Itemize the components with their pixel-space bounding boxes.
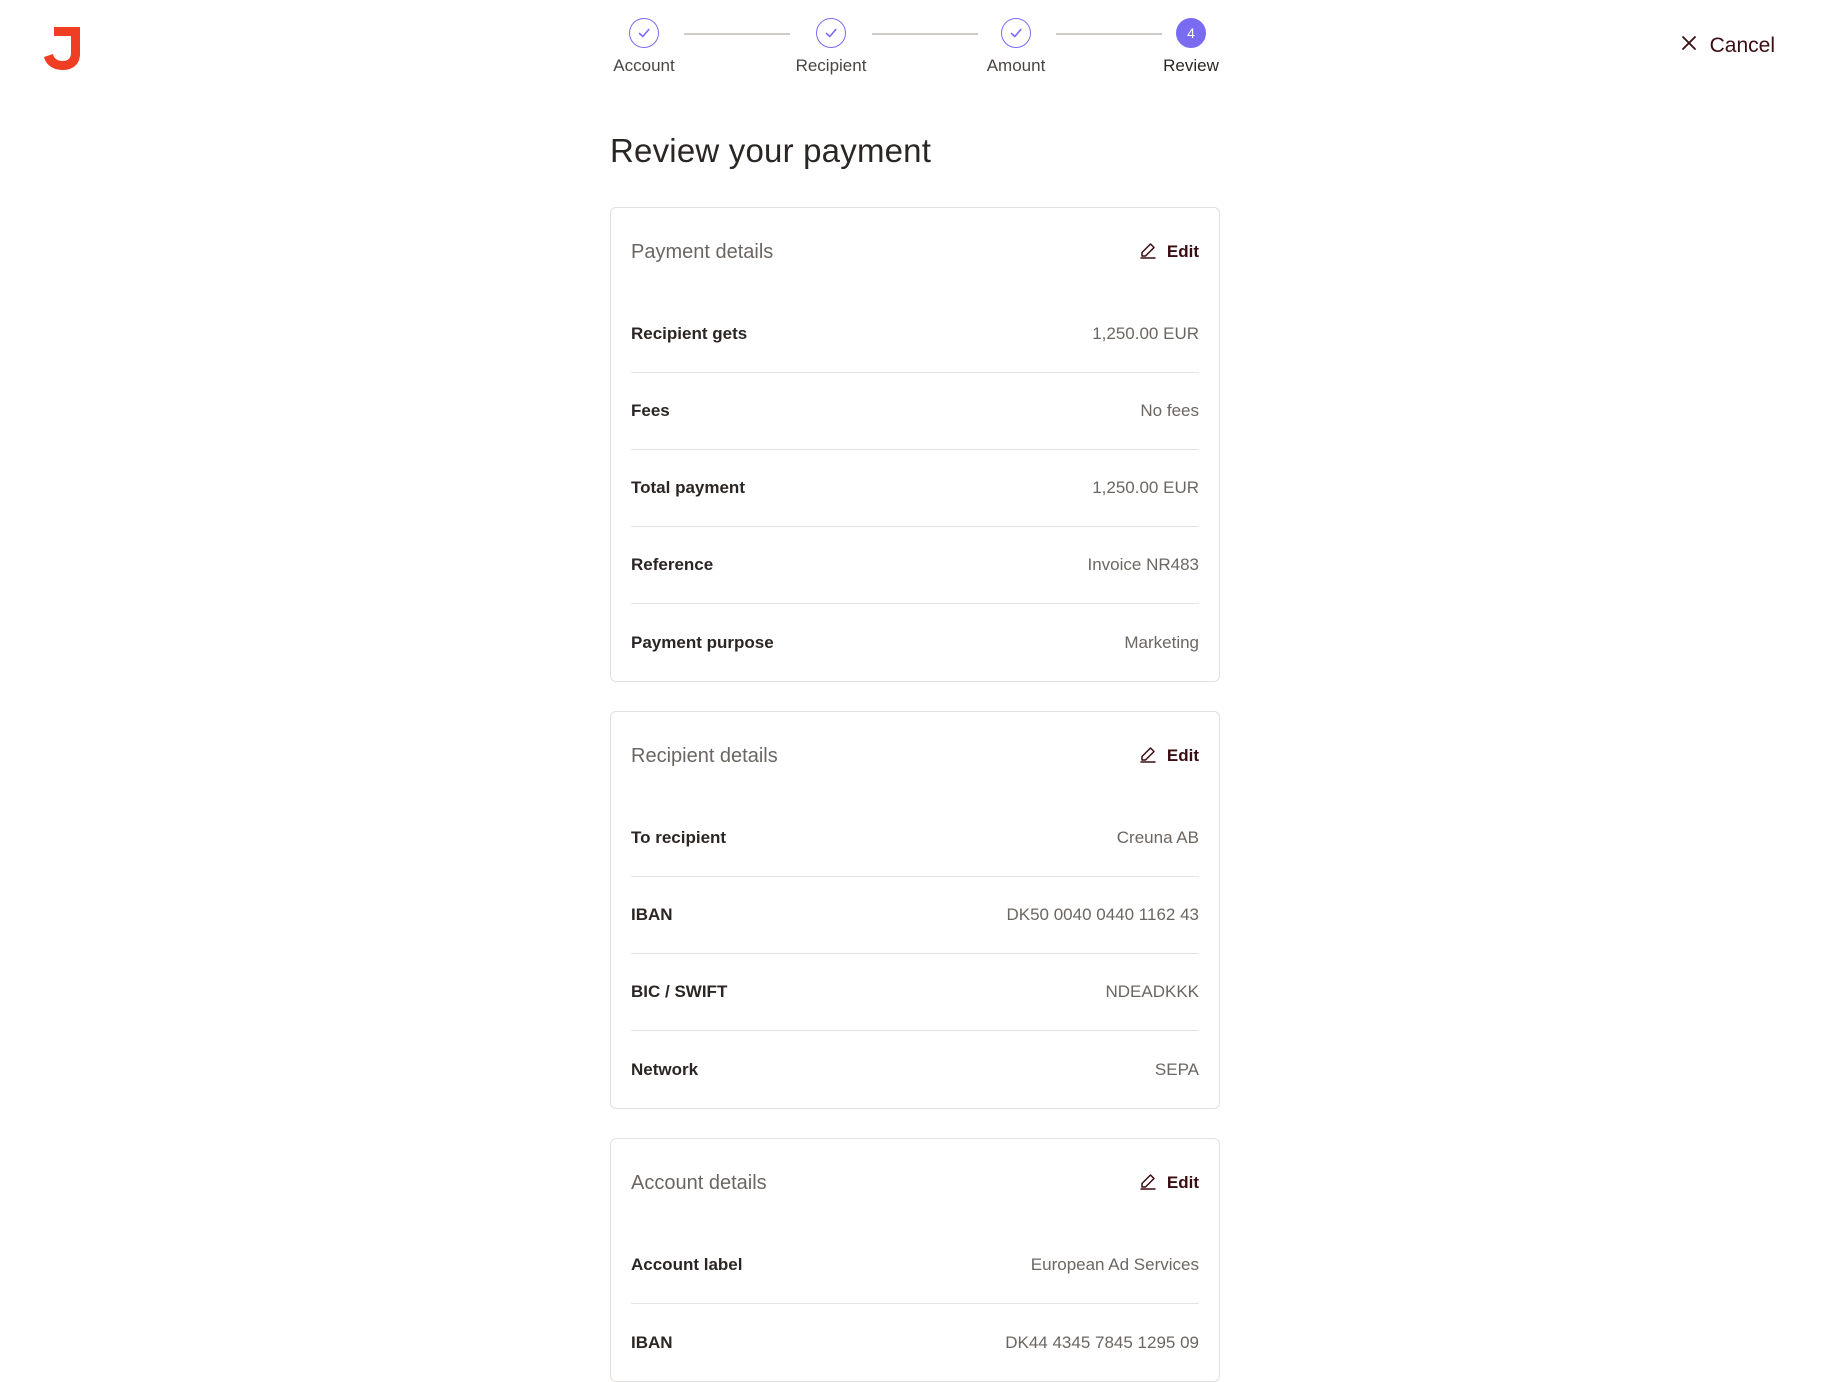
progress-stepper: Account Recipient Amount 4 Review [610, 18, 1219, 88]
edit-account-details-button[interactable]: Edit [1139, 1172, 1199, 1195]
check-icon [1001, 18, 1031, 48]
row-value: 1,250.00 EUR [1092, 478, 1199, 497]
row-label: BIC / SWIFT [631, 982, 728, 1001]
row-label: IBAN [631, 1332, 673, 1352]
check-icon [629, 18, 659, 48]
edit-label: Edit [1166, 1173, 1199, 1192]
pencil-icon [1139, 1172, 1157, 1195]
check-icon [816, 18, 846, 48]
row-label: Total payment [631, 478, 745, 497]
card-header: Payment details Edit [631, 208, 1199, 296]
detail-row: Reference Invoice NR483 [631, 527, 1199, 604]
page-title: Review your payment [610, 132, 932, 169]
row-value: SEPA [1154, 1059, 1199, 1079]
step-label: Amount [986, 56, 1046, 75]
row-label: Fees [631, 401, 670, 420]
account-details-card: Account details Edit Account label Europ… [610, 1138, 1220, 1382]
pencil-icon [1139, 241, 1157, 264]
row-label: Network [631, 1059, 699, 1079]
step-label: Review [1163, 56, 1219, 75]
step-recipient[interactable]: Recipient [751, 18, 911, 76]
detail-row: Recipient gets 1,250.00 EUR [631, 296, 1199, 373]
card-title: Recipient details [631, 744, 778, 767]
row-value: Marketing [1124, 632, 1199, 652]
row-label: Payment purpose [631, 632, 774, 652]
card-title: Account details [631, 1171, 767, 1194]
detail-row: IBAN DK50 0040 0440 1162 43 [631, 877, 1199, 954]
pencil-icon [1139, 745, 1157, 768]
row-value: Creuna AB [1116, 828, 1199, 847]
j-logo-icon[interactable] [40, 24, 86, 72]
detail-row: Total payment 1,250.00 EUR [631, 450, 1199, 527]
row-label: Reference [631, 555, 714, 574]
row-label: Recipient gets [631, 324, 748, 343]
recipient-details-card: Recipient details Edit To recipient Creu… [610, 711, 1220, 1109]
detail-row: Fees No fees [631, 373, 1199, 450]
detail-row: IBAN DK44 4345 7845 1295 09 [631, 1304, 1199, 1381]
row-value: Invoice NR483 [1087, 555, 1199, 574]
cancel-label: Cancel [1709, 34, 1775, 57]
row-value: DK44 4345 7845 1295 09 [1005, 1332, 1199, 1352]
step-number: 4 [1176, 18, 1206, 48]
detail-row: To recipient Creuna AB [631, 800, 1199, 877]
detail-row: Account label European Ad Services [631, 1227, 1199, 1304]
edit-payment-details-button[interactable]: Edit [1139, 241, 1199, 264]
cancel-button[interactable]: Cancel [1680, 34, 1775, 58]
edit-label: Edit [1166, 746, 1199, 765]
card-header: Account details Edit [631, 1139, 1199, 1227]
step-review: 4 Review [1111, 18, 1271, 76]
card-title: Payment details [631, 240, 774, 263]
detail-row: Network SEPA [631, 1031, 1199, 1108]
step-amount[interactable]: Amount [936, 18, 1096, 76]
close-icon [1680, 34, 1698, 58]
detail-row: BIC / SWIFT NDEADKKK [631, 954, 1199, 1031]
step-label: Account [613, 56, 675, 75]
edit-recipient-details-button[interactable]: Edit [1139, 745, 1199, 768]
step-account[interactable]: Account [564, 18, 724, 76]
row-value: European Ad Services [1030, 1255, 1199, 1274]
row-value: NDEADKKK [1105, 982, 1199, 1001]
row-label: Account label [631, 1255, 743, 1274]
step-label: Recipient [795, 56, 867, 75]
edit-label: Edit [1166, 242, 1199, 261]
row-label: IBAN [631, 905, 673, 924]
detail-row: Payment purpose Marketing [631, 604, 1199, 681]
card-header: Recipient details Edit [631, 712, 1199, 800]
payment-details-card: Payment details Edit Recipient gets 1,25… [610, 207, 1220, 682]
row-value: DK50 0040 0440 1162 43 [1006, 905, 1199, 924]
row-label: To recipient [631, 828, 727, 847]
row-value: No fees [1140, 401, 1199, 420]
row-value: 1,250.00 EUR [1092, 324, 1199, 343]
